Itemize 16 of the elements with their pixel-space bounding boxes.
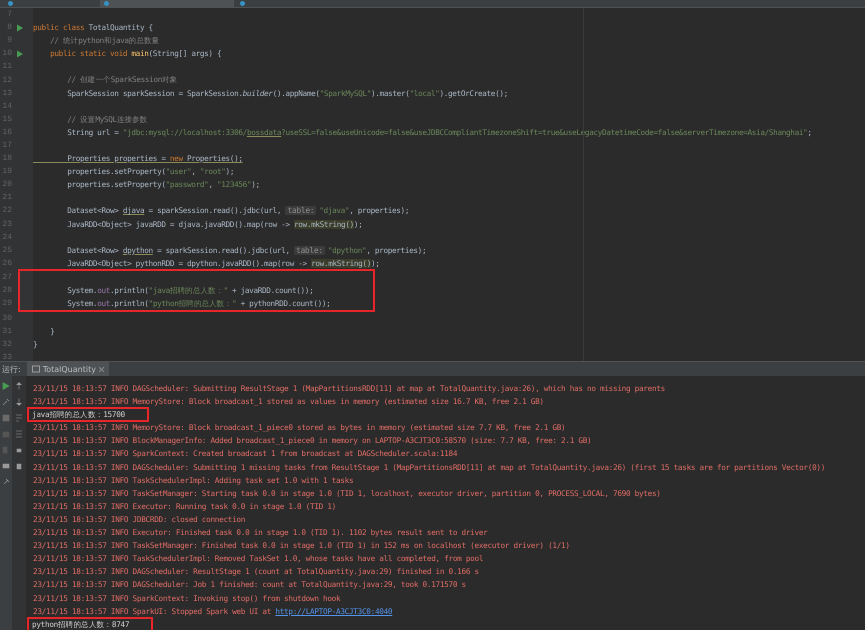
file-icon — [8, 1, 13, 6]
file-icon — [240, 1, 245, 6]
close-icon[interactable] — [98, 366, 104, 372]
console-icon — [32, 365, 40, 373]
editor-tab[interactable] — [100, 0, 234, 7]
stop-icon[interactable] — [2, 414, 10, 422]
run-tab[interactable]: TotalQuantity — [26, 362, 109, 376]
run-icon[interactable] — [2, 382, 10, 390]
down-arrow-icon[interactable] — [15, 398, 23, 406]
run-icon[interactable] — [16, 24, 24, 32]
file-icon — [104, 1, 109, 6]
run-icon[interactable] — [16, 50, 24, 58]
up-arrow-icon[interactable] — [15, 382, 23, 390]
run-panel-label: 运行: — [2, 364, 21, 374]
wrap-icon[interactable] — [15, 414, 23, 422]
scroll-end-icon[interactable] — [15, 430, 23, 438]
